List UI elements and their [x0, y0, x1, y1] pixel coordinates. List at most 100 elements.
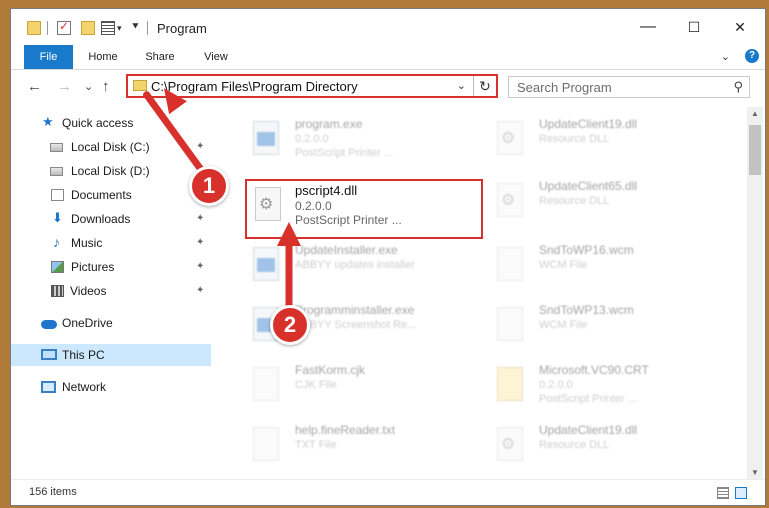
cloud-icon — [41, 320, 57, 329]
new-folder-icon[interactable] — [81, 21, 95, 35]
title-bar: ▾ ⯆ Program — ☐ ✕ — [11, 9, 765, 45]
scroll-up-arrow-icon[interactable]: ▲ — [747, 109, 763, 118]
videos-icon — [51, 285, 64, 297]
sidebar-item-label: Music — [71, 236, 103, 250]
tab-view[interactable]: View — [196, 45, 236, 69]
up-arrow-icon[interactable]: ↑ — [102, 78, 110, 95]
file-list: program.exe 0.2.0.0 PostScript Printer .… — [223, 107, 743, 479]
folder-icon — [133, 80, 147, 91]
sidebar-item-pictures[interactable]: Pictures ✦ — [11, 256, 211, 278]
file-name: UpdateClient19.dll — [539, 423, 638, 437]
file-detail: TXT File — [295, 439, 337, 451]
file-detail: ABBYY updates installer — [295, 259, 415, 271]
file-item[interactable]: UpdateClient19.dll Resource DLL — [481, 115, 713, 171]
customize-toolbar-chevron-icon[interactable]: ▾ — [117, 23, 122, 34]
sidebar-item-this-pc[interactable]: This PC — [11, 344, 211, 366]
forward-arrow-icon[interactable]: → — [57, 78, 72, 95]
search-input[interactable] — [509, 77, 727, 97]
file-item[interactable]: UpdateClient65.dll Resource DLL — [481, 177, 713, 233]
network-icon — [41, 381, 56, 393]
sidebar-item-label: Videos — [70, 284, 107, 298]
sidebar-item-quick-access[interactable]: ★ Quick access — [11, 112, 211, 134]
vertical-scrollbar[interactable]: ▲ ▼ — [747, 107, 763, 479]
sidebar-item-videos[interactable]: Videos ✦ — [11, 280, 211, 302]
exe-icon — [253, 121, 279, 155]
details-view-icon[interactable] — [717, 487, 729, 499]
documents-icon — [51, 189, 64, 201]
ribbon-tabs: File Home Share View ⌄ ? — [11, 45, 765, 70]
folder-icon[interactable] — [27, 21, 41, 35]
sidebar-item-documents[interactable]: Documents ✦ — [11, 184, 211, 206]
file-name: UpdateClient65.dll — [539, 179, 638, 193]
sidebar-item-onedrive[interactable]: OneDrive — [11, 312, 211, 334]
sidebar-item-downloads[interactable]: ⬇ Downloads ✦ — [11, 208, 211, 230]
pictures-icon — [51, 261, 64, 273]
navigation-bar: ← → ⌄ ↑ C:\Program Files\Program Directo… — [11, 70, 765, 104]
file-item[interactable]: program.exe 0.2.0.0 PostScript Printer .… — [237, 115, 469, 171]
scroll-down-arrow-icon[interactable]: ▼ — [747, 468, 763, 477]
star-icon: ★ — [42, 114, 54, 129]
tab-file[interactable]: File — [24, 45, 73, 69]
file-item[interactable]: UpdateClient19.dll Resource DLL — [481, 421, 713, 477]
file-item[interactable]: UpdateInstaller.exe ABBYY updates instal… — [237, 241, 469, 297]
address-dropdown-chevron-icon[interactable]: ⌄ — [457, 79, 466, 92]
sidebar-item-music[interactable]: ♪ Music ✦ — [11, 232, 211, 254]
file-detail: WCM File — [539, 259, 588, 271]
file-icon — [253, 367, 279, 401]
properties-check-icon[interactable] — [57, 19, 71, 35]
dll-icon — [497, 121, 523, 155]
file-item[interactable]: SndToWP16.wcm WCM File — [481, 241, 713, 297]
sidebar-item-local-disk-d[interactable]: Local Disk (D:) ✦ — [11, 160, 211, 182]
search-icon[interactable]: ⚲ — [733, 79, 743, 95]
refresh-icon[interactable]: ↻ — [473, 76, 496, 96]
sidebar-item-label: Downloads — [71, 212, 131, 226]
file-icon — [497, 307, 523, 341]
file-item[interactable]: help.fineReader.txt TXT File — [237, 421, 469, 477]
file-item[interactable]: FastKorm.cjk CJK File — [237, 361, 469, 417]
file-detail: PostScript Printer ... — [539, 393, 637, 405]
sidebar-item-label: Pictures — [71, 260, 115, 274]
pin-icon[interactable]: ✦ — [196, 232, 204, 254]
pin-icon[interactable]: ✦ — [196, 136, 204, 158]
help-icon[interactable]: ? — [745, 49, 759, 63]
drive-icon — [50, 143, 63, 152]
pin-icon[interactable]: ✦ — [196, 256, 204, 278]
file-name: Microsoft.VC90.CRT — [539, 363, 649, 377]
address-path[interactable]: C:\Program Files\Program Directory — [151, 79, 358, 94]
toolbar-separator — [47, 21, 48, 35]
back-arrow-icon[interactable]: ← — [27, 78, 42, 95]
sidebar-item-label: This PC — [62, 348, 105, 362]
recent-locations-chevron-icon[interactable]: ⌄ — [84, 80, 93, 93]
file-icon — [497, 247, 523, 281]
tab-home[interactable]: Home — [83, 45, 123, 69]
file-name: UpdateClient19.dll — [539, 117, 638, 131]
file-item[interactable]: SndToWP13.wcm WCM File — [481, 301, 713, 357]
large-icons-view-icon[interactable] — [735, 487, 747, 499]
properties-icon[interactable] — [101, 21, 115, 35]
file-detail: WCM File — [539, 319, 588, 331]
file-name: Programminstaller.exe — [295, 303, 415, 317]
pin-icon[interactable]: ✦ — [196, 280, 204, 302]
exe-icon — [253, 247, 279, 281]
file-item[interactable]: Microsoft.VC90.CRT 0.2.0.0 PostScript Pr… — [481, 361, 713, 417]
tab-share[interactable]: Share — [138, 45, 182, 69]
search-box[interactable]: ⚲ — [508, 76, 750, 98]
navigation-pane: ★ Quick access Local Disk (C:) ✦ Local D… — [11, 107, 211, 479]
pin-icon[interactable]: ✦ — [196, 208, 204, 230]
drive-icon — [50, 167, 63, 176]
file-detail: Resource DLL — [539, 439, 610, 451]
file-detail: ABBYY Screenshot Re... — [295, 319, 417, 331]
callout-circle-2: 2 — [270, 305, 310, 345]
maximize-button[interactable]: ☐ — [671, 9, 717, 45]
close-button[interactable]: ✕ — [717, 9, 763, 45]
file-name: FastKorm.cjk — [295, 363, 366, 377]
file-detail: 0.2.0.0 — [539, 379, 573, 391]
toolbar-separator — [147, 21, 148, 35]
scroll-thumb[interactable] — [749, 125, 761, 175]
minimize-button[interactable]: — — [625, 9, 671, 45]
file-icon — [253, 427, 279, 461]
sidebar-item-network[interactable]: Network — [11, 376, 211, 398]
quick-access-dropdown-icon[interactable]: ⯆ — [131, 21, 140, 34]
download-icon: ⬇ — [52, 210, 63, 225]
expand-ribbon-chevron-icon[interactable]: ⌄ — [721, 50, 730, 63]
